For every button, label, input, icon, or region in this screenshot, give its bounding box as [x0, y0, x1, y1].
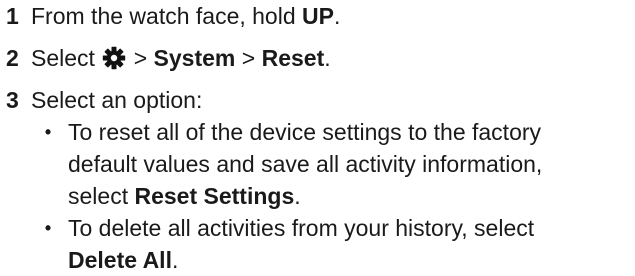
step-1: 1 From the watch face, hold UP.: [6, 0, 340, 32]
option-line: Delete All.: [68, 244, 635, 276]
button-name-up: UP: [302, 3, 334, 29]
menu-item-reset-settings: Reset Settings: [134, 183, 295, 209]
menu-item-delete-all: Delete All: [68, 247, 172, 273]
bullet-marker: •: [44, 122, 52, 142]
bullet-marker: •: [44, 218, 52, 238]
step-3: 3 Select an option:: [6, 84, 202, 116]
step-2: 2 Select > System > Reset.: [6, 42, 331, 74]
option-punct: .: [171, 247, 179, 273]
step-number: 3: [6, 87, 19, 113]
menu-separator: >: [127, 45, 154, 71]
menu-item-reset: Reset: [261, 45, 325, 71]
option-text-prefix: select: [68, 183, 135, 209]
step-number: 1: [6, 3, 19, 29]
step-punct: .: [333, 3, 341, 29]
option-punct: .: [294, 183, 301, 209]
option-line: default values and save all activity inf…: [68, 151, 543, 177]
step-text: From the watch face, hold: [31, 3, 303, 29]
gear-icon: [103, 46, 126, 70]
option-text: To delete all activities from your histo…: [68, 212, 635, 276]
menu-item-system: System: [153, 45, 236, 71]
step-text: Select: [31, 45, 102, 71]
step-number: 2: [6, 45, 19, 71]
option-line: select Reset Settings.: [68, 180, 635, 212]
step-punct: .: [324, 45, 331, 71]
option-text: To reset all of the device settings to t…: [68, 116, 635, 212]
step-text: Select an option:: [31, 87, 203, 113]
instruction-document: 1 From the watch face, hold UP. 2 Select >…: [0, 0, 635, 273]
menu-separator: >: [235, 45, 262, 71]
option-line: To reset all of the device settings to t…: [68, 119, 542, 145]
option-line: To delete all activities from your histo…: [68, 215, 535, 241]
